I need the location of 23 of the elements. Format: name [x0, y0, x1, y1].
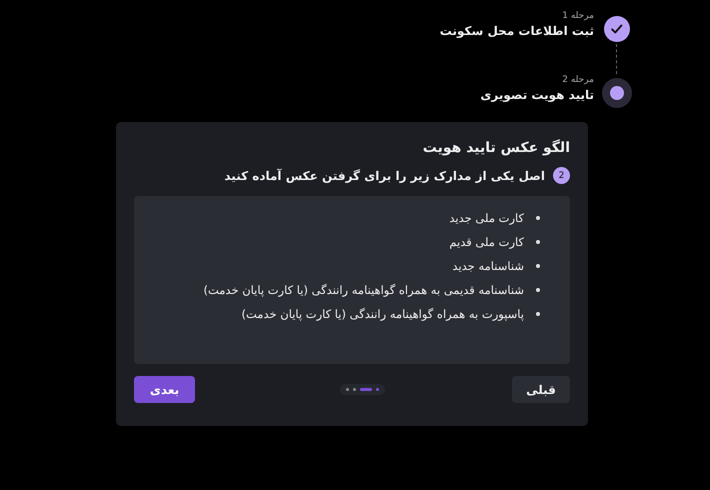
step-title: تایید هویت تصویری: [480, 88, 594, 102]
document-item: کارت ملی قدیم: [449, 234, 524, 250]
instruction-text: اصل یکی از مدارک زیر را برای گرفتن عکس آماده کنید: [224, 168, 545, 182]
bullet-icon: [536, 312, 540, 316]
bullet-icon: [536, 216, 540, 220]
step-label: مرحله 1: [562, 10, 594, 20]
bullet-icon: [536, 240, 540, 244]
document-item: شناسنامه جدید: [452, 258, 524, 274]
pager-indicator: [340, 384, 385, 395]
previous-button[interactable]: قبلی: [512, 376, 570, 403]
step-label: مرحله 2: [562, 74, 594, 84]
document-item: کارت ملی جدید: [449, 210, 524, 226]
step-number-badge: 2: [553, 167, 570, 184]
document-item: پاسپورت به همراه گواهینامه رانندگی (یا کارت پایان خدمت): [242, 306, 524, 322]
step-title: ثبت اطلاعات محل سکونت: [440, 24, 594, 38]
next-button[interactable]: بعدی: [134, 376, 195, 403]
document-item: شناسنامه قدیمی به همراه گواهینامه رانندگی (یا کارت پایان خدمت): [203, 282, 524, 298]
bullet-icon: [536, 288, 540, 292]
current-dot-icon: [610, 86, 624, 100]
check-icon: [610, 22, 624, 36]
step-connector: [616, 44, 617, 74]
bullet-icon: [536, 264, 540, 268]
card-title: الگو عکس تایید هویت: [422, 140, 570, 156]
